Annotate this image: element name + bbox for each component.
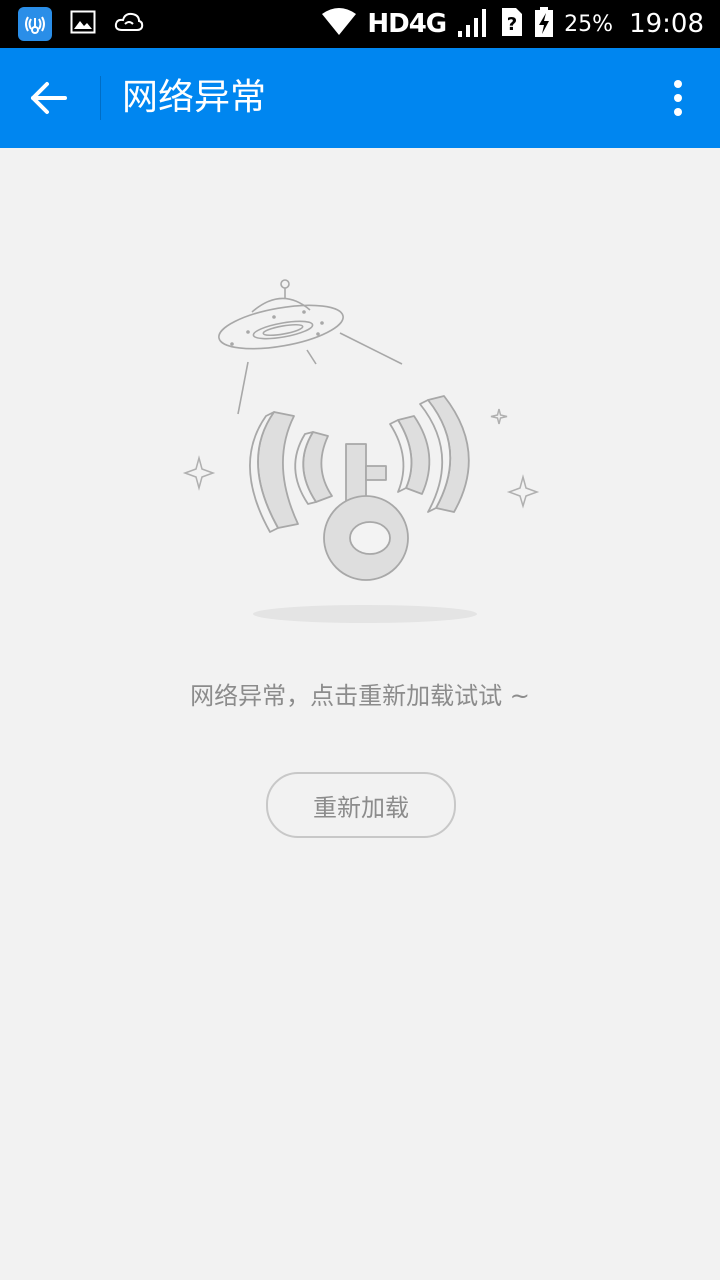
more-options-button[interactable] (652, 72, 704, 124)
wifi-key-app-icon (18, 7, 52, 41)
battery-charging-icon (534, 6, 554, 42)
app-bar-divider (100, 76, 101, 120)
notification-icons (18, 6, 144, 42)
network-error-illustration (170, 270, 550, 630)
error-message: 网络异常，点击重新加载试试 ~ (190, 682, 530, 710)
app-bar: 网络异常 (0, 48, 720, 148)
clock: 19:08 (629, 9, 704, 39)
back-button[interactable] (18, 68, 80, 128)
reload-button[interactable]: 重新加载 (266, 772, 456, 838)
status-bar: HD4G ? 25% 19:08 (0, 0, 720, 48)
system-status: HD4G ? 25% 19:08 (321, 0, 704, 48)
battery-percentage: 25% (564, 11, 614, 37)
page-title: 网络异常 (122, 77, 267, 118)
network-type-label: HD4G (367, 9, 447, 39)
wifi-icon (321, 8, 357, 40)
cloud-sync-icon (114, 11, 144, 37)
sim-unknown-icon: ? (500, 6, 524, 42)
image-icon (70, 10, 96, 38)
more-vertical-icon (674, 80, 682, 116)
back-arrow-icon (31, 82, 67, 114)
svg-text:?: ? (507, 14, 517, 35)
signal-icon (456, 5, 490, 43)
